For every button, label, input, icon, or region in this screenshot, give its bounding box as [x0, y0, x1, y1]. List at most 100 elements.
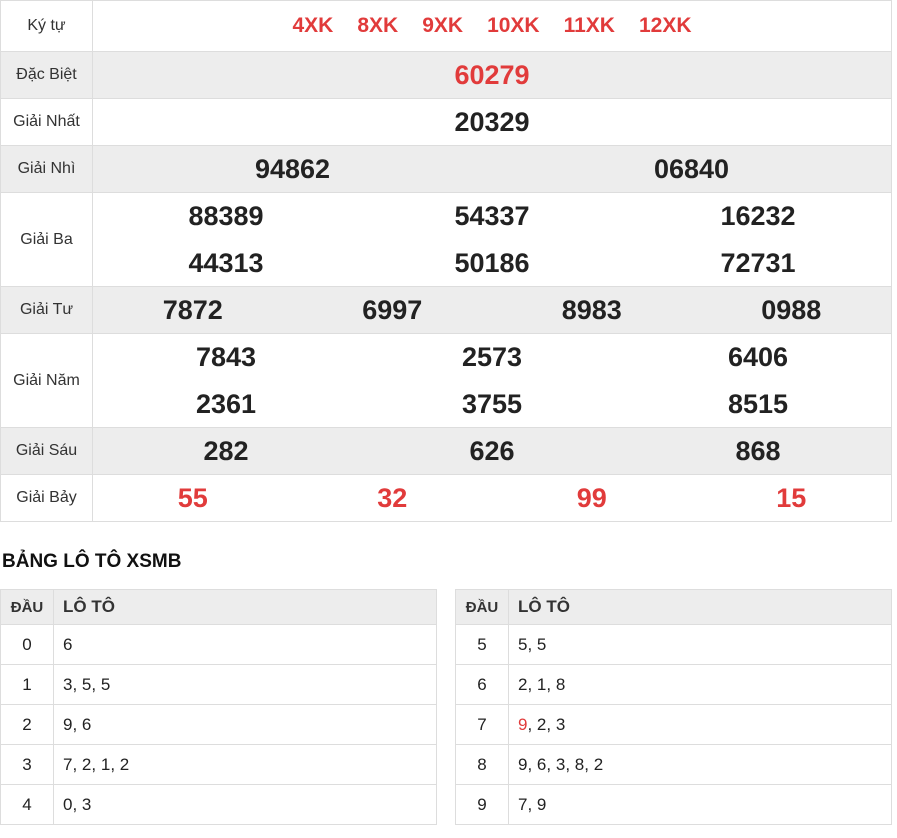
- loto-values-cell: 7, 2, 1, 2: [63, 754, 130, 774]
- prize-number: 44313: [188, 247, 264, 278]
- loto-value: 2: [536, 714, 547, 734]
- loto-dau-cell: 4: [1, 785, 54, 824]
- prize-values: 20329: [93, 99, 891, 145]
- prize-line: 7872 6997 8983 0988: [93, 287, 891, 334]
- loto-row: 1 3, 5, 5: [1, 664, 436, 704]
- prize-label: Giải Bảy: [1, 475, 93, 521]
- prize-line: 55 32 99 15: [93, 475, 891, 522]
- prize-row: Giải Sáu 282 626 868: [1, 427, 891, 474]
- prize-values: 282 626 868: [93, 428, 891, 474]
- loto-value: 2: [119, 754, 130, 774]
- prize-line: 94862 06840: [93, 146, 891, 193]
- loto-table-left: ĐẦU LÔ TÔ 0 6 1 3, 5, 529, 637, 2, 1, 240, 3: [0, 589, 437, 825]
- loto-dau-cell: 1: [1, 665, 54, 704]
- prize-label: Giải Năm: [1, 334, 93, 427]
- prize-number: 8983: [561, 294, 622, 325]
- loto-dau-cell: 5: [456, 625, 509, 664]
- prize-row: Giải Năm 7843 2573 6406 2361 3755 8515: [1, 333, 891, 427]
- prize-label: Giải Tư: [1, 287, 93, 333]
- prize-line: 7843 2573 6406: [93, 334, 891, 381]
- prize-row: Giải Ba 88389 54337 16232 44313 50186 72731: [1, 192, 891, 286]
- prize-values: 88389 54337 16232 44313 50186 72731: [93, 193, 891, 286]
- loto-value: 6: [81, 714, 92, 734]
- loto-values-cell: 7, 9: [518, 794, 547, 814]
- prize-number: 32: [377, 482, 408, 513]
- prize-number: 88389: [188, 200, 264, 231]
- prize-number: 50186: [454, 247, 530, 278]
- prize-number: 55: [177, 482, 208, 513]
- loto-value: 1: [100, 754, 111, 774]
- loto-row: 2 9, 6: [1, 704, 436, 744]
- loto-value: 2: [518, 674, 528, 694]
- loto-values-cell: 9, 6: [63, 714, 92, 734]
- prize-row: Đặc Biệt 60279: [1, 51, 891, 98]
- prize-label: Giải Nhì: [1, 146, 93, 192]
- prize-number: 2361: [195, 388, 257, 419]
- loto-value: 7: [63, 754, 73, 774]
- loto-value: 6: [63, 634, 73, 654]
- loto-tables: ĐẦU LÔ TÔ 0 6 1 3, 5, 529, 637, 2, 1, 240, 3Đ…: [0, 589, 897, 825]
- loto-values-cell: 6: [54, 625, 436, 664]
- prize-number: 99: [576, 482, 607, 513]
- loto-values-cell: 3, 5, 5: [63, 674, 111, 694]
- prize-row: Giải Bảy 55 32 99 15: [1, 474, 891, 521]
- prize-number: 20329: [454, 106, 530, 137]
- loto-value: 6: [536, 754, 547, 774]
- prize-line: 44313 50186 72731: [93, 240, 891, 287]
- prize-number: 15: [776, 482, 807, 513]
- prize-number: 6406: [727, 341, 789, 372]
- prize-values: 7872 6997 8983 0988: [93, 287, 891, 333]
- loto-value: 5: [518, 634, 528, 654]
- prize-number: 72731: [720, 247, 796, 278]
- loto-value: 3: [63, 674, 73, 694]
- loto-value: 3: [81, 794, 92, 814]
- prize-label: Giải Sáu: [1, 428, 93, 474]
- loto-values-cell: 2, 1, 8: [518, 674, 566, 694]
- prize-number: 7843: [195, 341, 257, 372]
- prize-number: 7872: [162, 294, 223, 325]
- prize-label: Ký tự: [1, 1, 93, 51]
- prize-label: Giải Nhất: [1, 99, 93, 145]
- loto-values-cell: 9, 2, 3: [518, 714, 566, 734]
- draw-code: 9XK: [422, 14, 464, 37]
- prize-line: 60279: [93, 52, 891, 99]
- loto-value: 9: [536, 794, 547, 814]
- loto-row: 55, 5: [456, 624, 891, 664]
- loto-header-dau: ĐẦU: [456, 590, 509, 624]
- prize-number: 16232: [720, 200, 796, 231]
- loto-dau-cell: 3: [1, 745, 54, 784]
- prize-row: Giải Nhì 94862 06840: [1, 145, 891, 192]
- loto-dau-cell: 8: [456, 745, 509, 784]
- prize-line: 2361 3755 8515: [93, 381, 891, 428]
- prize-line: 88389 54337 16232: [93, 193, 891, 240]
- prize-values: 7843 2573 6406 2361 3755 8515: [93, 334, 891, 427]
- loto-heading: BẢNG LÔ TÔ XSMB: [2, 551, 182, 572]
- loto-row: 3 7, 2, 1, 2: [1, 744, 436, 784]
- loto-dau-cell: 6: [456, 665, 509, 704]
- prize-label: Đặc Biệt: [1, 52, 93, 98]
- prize-values: 94862 06840: [93, 146, 891, 192]
- loto-value: 9: [518, 754, 528, 774]
- loto-value: 5: [100, 674, 111, 694]
- loto-values-cell: 5, 5: [518, 634, 547, 654]
- prize-values: 55 32 99 15: [93, 475, 891, 521]
- loto-value: 9: [518, 714, 528, 734]
- prize-values: 4XK 8XK 9XK 10XK 11XK 12XK: [93, 1, 891, 51]
- prize-number: 0988: [761, 294, 822, 325]
- loto-value: 3: [555, 714, 566, 734]
- draw-code: 8XK: [357, 14, 399, 37]
- loto-value: 8: [574, 754, 585, 774]
- loto-header-dau: ĐẦU: [1, 590, 54, 624]
- prize-row: Giải Nhất 20329: [1, 98, 891, 145]
- loto-header-row: ĐẦU LÔ TÔ: [456, 590, 891, 624]
- loto-value: 8: [555, 674, 566, 694]
- prize-values: 60279: [93, 52, 891, 98]
- prize-number: 06840: [653, 153, 730, 184]
- loto-row: 7 9, 2, 3: [456, 704, 891, 744]
- lottery-results-table: Ký tự 4XK 8XK 9XK 10XK 11XK 12XK Đặc Biệt 60279 G…: [0, 0, 892, 522]
- prize-row: Giải Tư 7872 6997 8983 0988: [1, 286, 891, 333]
- loto-values-cell: 0, 3: [63, 794, 92, 814]
- prize-number: 8515: [727, 388, 789, 419]
- loto-value: 2: [81, 754, 92, 774]
- loto-value: 5: [536, 634, 547, 654]
